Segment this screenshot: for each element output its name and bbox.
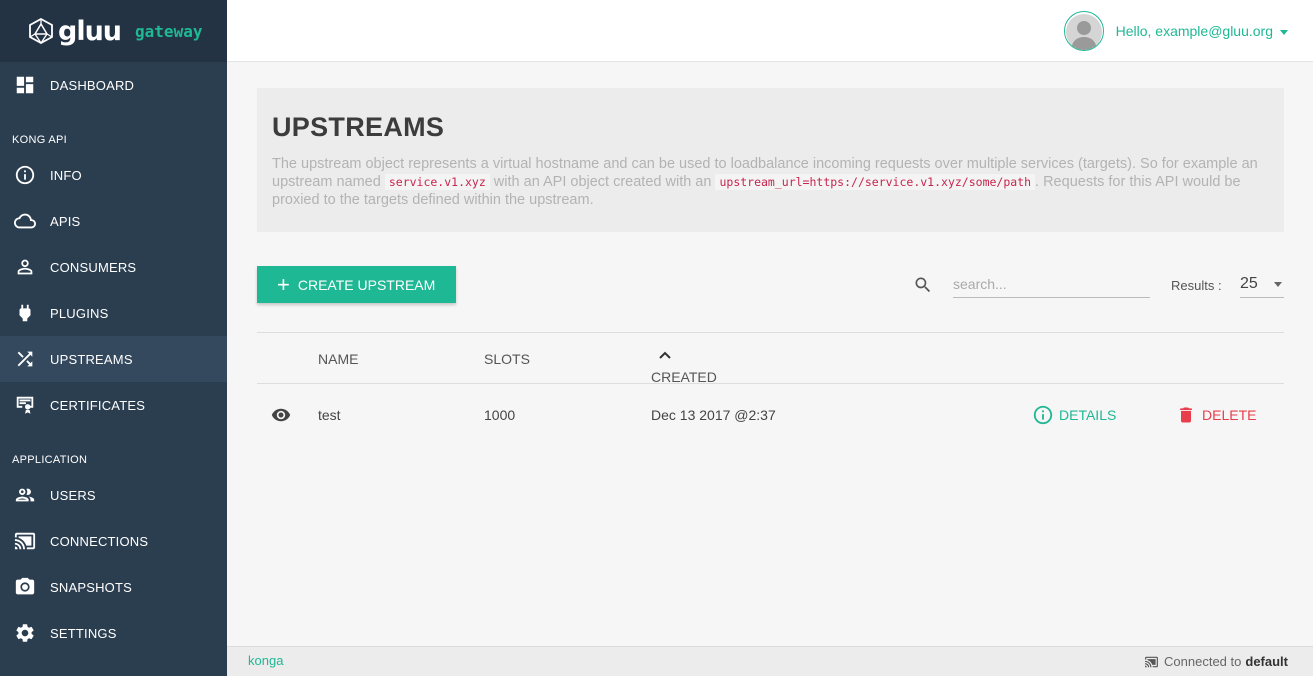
sidebar: gluu gateway DASHBOARD KONG API INFO API…: [0, 0, 227, 676]
page-description: The upstream object represents a virtual…: [272, 155, 1269, 209]
results-per-page-select[interactable]: 25: [1240, 270, 1284, 298]
sidebar-item-consumers[interactable]: CONSUMERS: [0, 244, 227, 290]
search-input[interactable]: [953, 270, 1150, 298]
toolbar: + CREATE UPSTREAM Results : 25: [257, 232, 1284, 332]
page-title: UPSTREAMS: [272, 112, 445, 142]
gear-icon: [13, 621, 37, 645]
connection-status: Connected to default: [1143, 654, 1288, 669]
sidebar-item-label: APIS: [50, 213, 81, 229]
footer: konga Connected to default: [227, 646, 1313, 676]
sidebar-item-upstreams[interactable]: UPSTREAMS: [0, 336, 227, 382]
delete-label: DELETE: [1202, 407, 1257, 423]
sort-ascending-icon: [659, 351, 671, 359]
brand-logo[interactable]: gluu gateway: [0, 0, 227, 62]
create-upstream-label: CREATE UPSTREAM: [297, 276, 436, 293]
connection-target: default: [1245, 654, 1288, 669]
upstream-name: test: [318, 407, 341, 423]
dashboard-icon: [13, 73, 37, 97]
description-text: with an API object created with an: [489, 174, 716, 190]
sidebar-item-label: SNAPSHOTS: [50, 579, 132, 595]
camera-icon: [13, 575, 37, 599]
sidebar-item-label: CONNECTIONS: [50, 533, 149, 549]
sidebar-item-label: USERS: [50, 487, 96, 503]
sidebar-section-kong-api: KONG API: [12, 134, 67, 146]
caret-down-icon: [1280, 29, 1288, 35]
sidebar-item-label: CONSUMERS: [50, 259, 137, 275]
user-greeting: Hello, example@gluu.org: [1115, 23, 1273, 39]
sidebar-item-certificates[interactable]: CERTIFICATES: [0, 382, 227, 428]
sidebar-item-plugins[interactable]: PLUGINS: [0, 290, 227, 336]
gluu-logo-icon: [29, 18, 53, 44]
plug-icon: [13, 301, 37, 325]
info-icon: [1033, 405, 1053, 425]
delete-button[interactable]: DELETE: [1176, 404, 1256, 426]
create-upstream-button[interactable]: + CREATE UPSTREAM: [257, 266, 456, 303]
sidebar-item-label: SETTINGS: [50, 625, 117, 641]
column-header-created-label: CREATED: [651, 369, 717, 385]
table-row[interactable]: test 1000 Dec 13 2017 @2:37 DETAILS DELE…: [257, 384, 1284, 446]
results-value: 25: [1240, 274, 1258, 292]
sidebar-item-connections[interactable]: CONNECTIONS: [0, 518, 227, 564]
footer-brand[interactable]: konga: [248, 653, 283, 668]
plus-icon: +: [277, 271, 290, 297]
caret-down-icon: [1274, 282, 1282, 287]
sidebar-item-label: UPSTREAMS: [50, 351, 133, 367]
column-header-created[interactable]: CREATED: [651, 351, 717, 385]
sidebar-item-label: DASHBOARD: [50, 77, 135, 93]
sidebar-item-label: PLUGINS: [50, 305, 109, 321]
search-icon[interactable]: [913, 275, 933, 295]
sidebar-item-snapshots[interactable]: SNAPSHOTS: [0, 564, 227, 610]
avatar-silhouette-icon: [1065, 14, 1102, 50]
upstream-slots: 1000: [484, 407, 516, 423]
brand-name: gluu: [58, 15, 122, 47]
details-button[interactable]: DETAILS: [1032, 404, 1116, 426]
info-icon: [13, 163, 37, 187]
sidebar-section-application: APPLICATION: [12, 454, 88, 466]
shuffle-icon: [13, 347, 37, 371]
cloud-icon: [13, 209, 37, 233]
page-header: UPSTREAMS The upstream object represents…: [257, 88, 1284, 232]
connection-label: Connected to: [1164, 654, 1242, 669]
table-header: NAME SLOTS CREATED: [257, 333, 1284, 385]
eye-icon[interactable]: [269, 405, 293, 425]
sidebar-item-info[interactable]: INFO: [0, 152, 227, 198]
sidebar-item-dashboard[interactable]: DASHBOARD: [0, 62, 227, 108]
sidebar-item-settings[interactable]: SETTINGS: [0, 610, 227, 656]
sidebar-item-label: INFO: [50, 167, 82, 183]
upstreams-table: NAME SLOTS CREATED test 1000 Dec 13 2017…: [257, 332, 1284, 446]
results-label: Results :: [1171, 278, 1222, 293]
sidebar-item-label: CERTIFICATES: [50, 397, 146, 413]
user-menu[interactable]: Hello, example@gluu.org: [1063, 11, 1288, 51]
cast-icon: [13, 529, 37, 553]
sidebar-item-apis[interactable]: APIS: [0, 198, 227, 244]
upstream-created: Dec 13 2017 @2:37: [651, 407, 776, 423]
users-icon: [13, 483, 37, 507]
details-label: DETAILS: [1059, 407, 1117, 423]
person-icon: [13, 255, 37, 279]
main-content: UPSTREAMS The upstream object represents…: [257, 88, 1284, 446]
top-bar: Hello, example@gluu.org: [227, 0, 1313, 62]
column-header-slots[interactable]: SLOTS: [484, 351, 530, 367]
code-snippet: upstream_url=https://service.v1.xyz/some…: [715, 174, 1036, 190]
cast-icon: [1145, 656, 1158, 667]
avatar: [1063, 11, 1104, 51]
brand-sub: gateway: [135, 21, 203, 41]
sidebar-item-users[interactable]: USERS: [0, 472, 227, 518]
trash-icon: [1180, 407, 1192, 423]
certificate-icon: [13, 393, 37, 417]
code-snippet: service.v1.xyz: [384, 174, 490, 190]
column-header-name[interactable]: NAME: [318, 351, 358, 367]
